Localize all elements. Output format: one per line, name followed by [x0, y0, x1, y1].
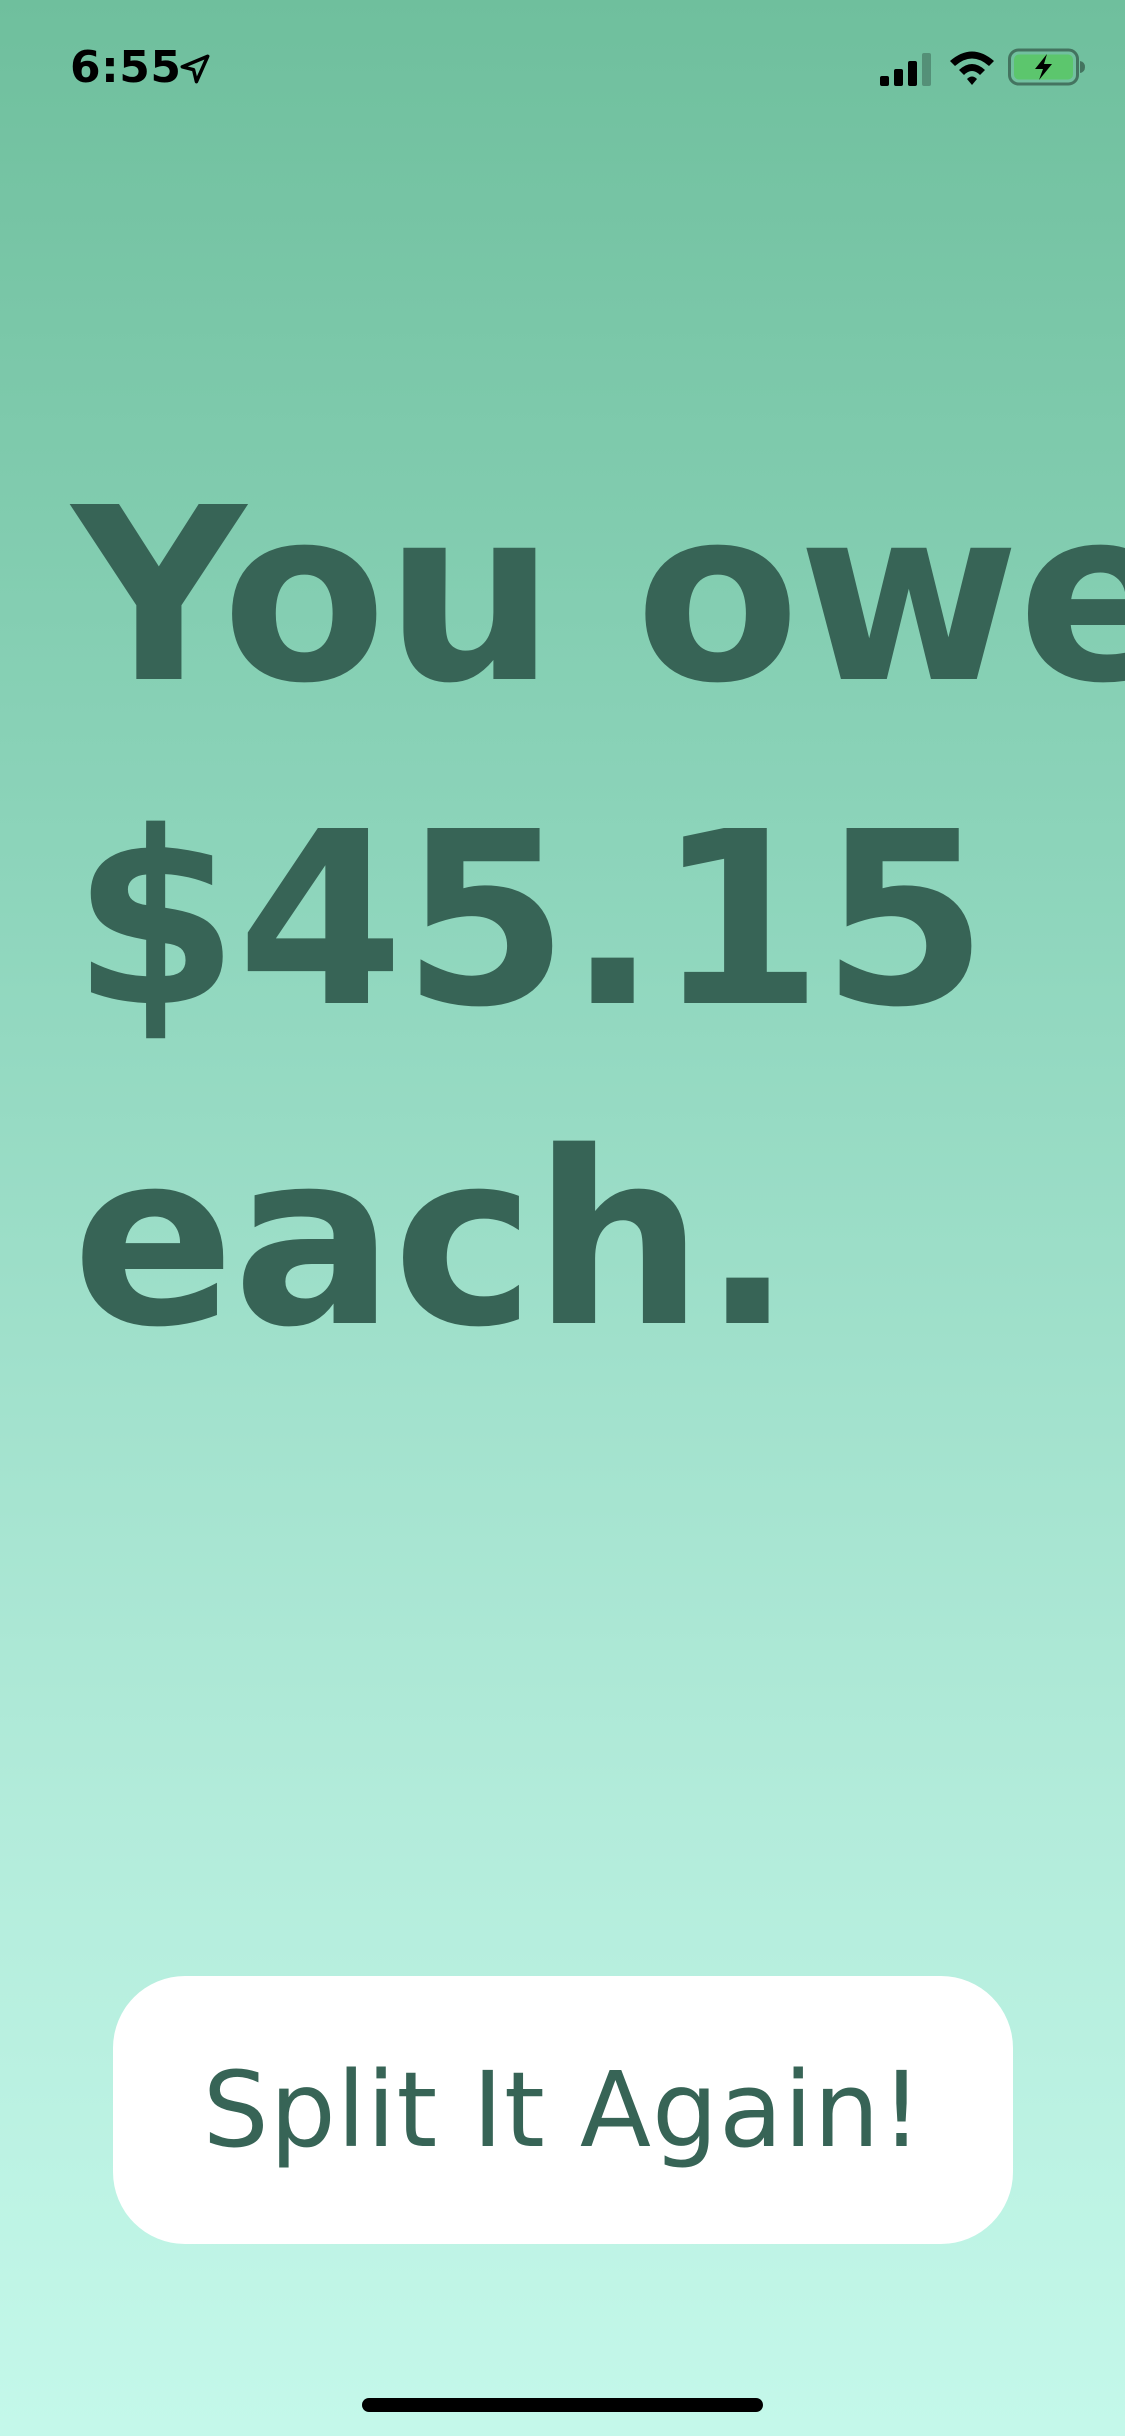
each-label: each.	[72, 1100, 793, 1380]
status-time: 6:55	[70, 42, 182, 93]
wifi-icon	[950, 51, 994, 85]
location-arrow-icon	[180, 54, 210, 84]
home-indicator[interactable]	[362, 2398, 763, 2412]
split-again-button[interactable]: Split It Again!	[113, 1976, 1013, 2244]
status-bar: 6:55	[0, 0, 1125, 140]
split-result-screen: 6:55 You owe $45.15 each. Split It Again…	[0, 0, 1125, 2436]
cellular-signal-icon	[880, 53, 931, 86]
owe-heading: You owe	[72, 456, 1125, 736]
battery-charging-icon	[1008, 48, 1085, 86]
amount-per-person: $45.15	[72, 780, 988, 1060]
